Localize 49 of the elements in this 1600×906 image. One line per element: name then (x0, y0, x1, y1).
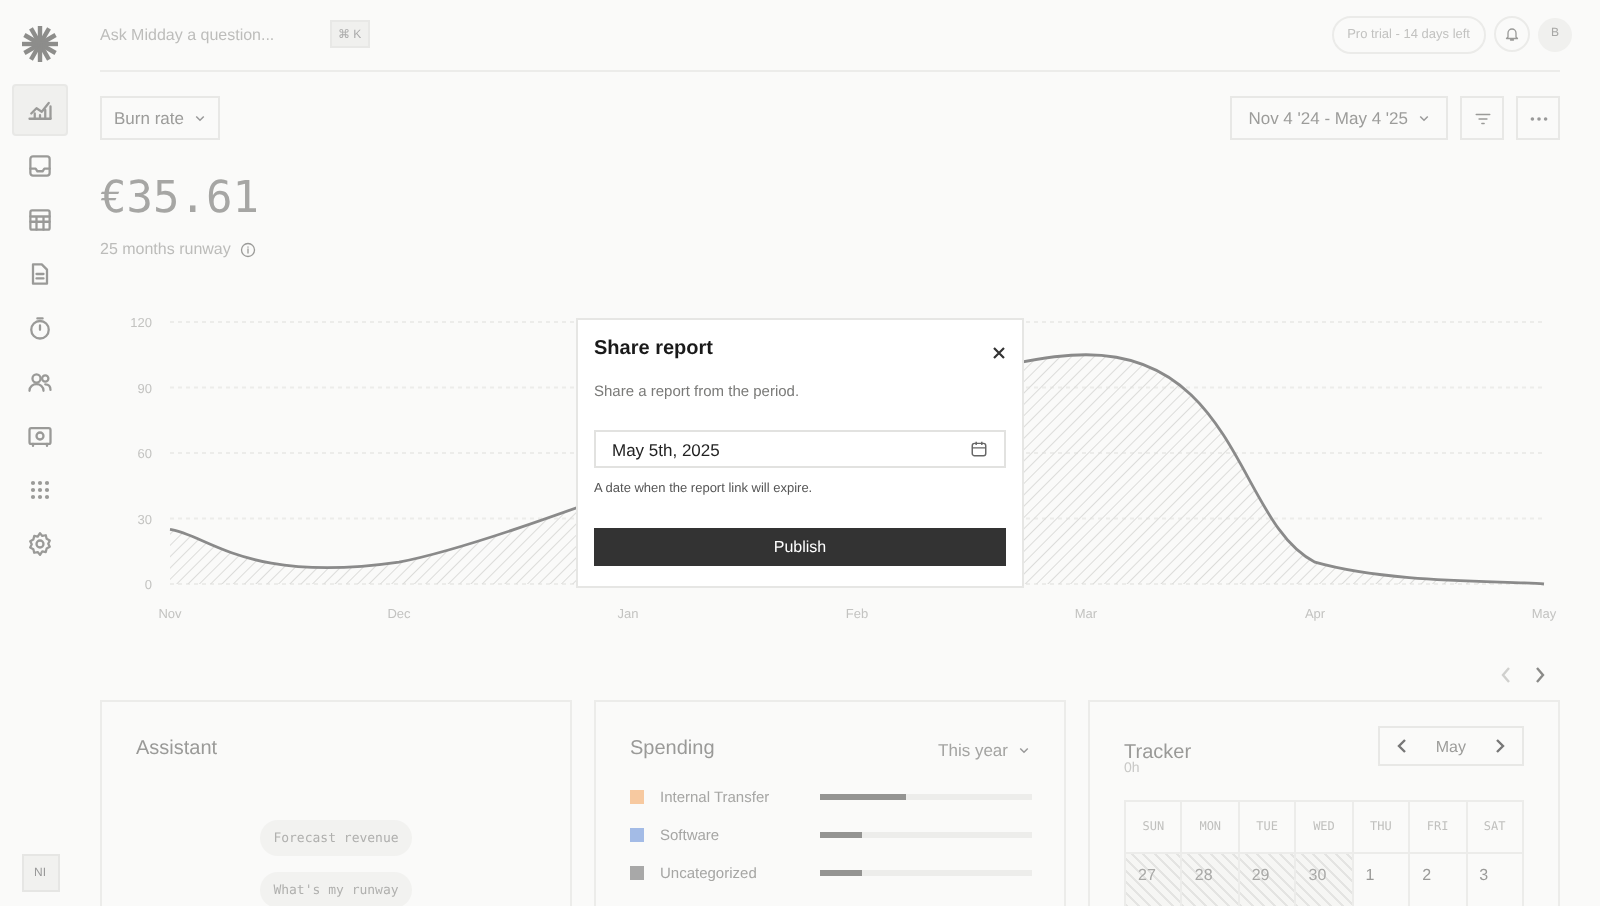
inbox-icon (26, 152, 54, 180)
info-icon[interactable] (240, 241, 257, 257)
chevron-down-icon (193, 112, 206, 124)
chevron-left-icon (1395, 738, 1408, 754)
dialog-title: Share report (594, 338, 713, 360)
month-label: May (1435, 737, 1466, 755)
date-field[interactable]: May 5th, 2025 (594, 430, 1006, 468)
metric-dropdown[interactable]: Burn rate (100, 96, 220, 140)
card-title: Assistant (136, 738, 218, 760)
ellipsis-icon (1529, 115, 1547, 121)
logo-icon[interactable] (20, 24, 60, 64)
document-icon (26, 260, 54, 288)
calendar-day[interactable]: 30 (1296, 854, 1354, 906)
date-range-picker[interactable]: Nov 4 '24 - May 4 '25 (1230, 96, 1448, 140)
safe-icon (26, 422, 54, 450)
period-dropdown[interactable]: This year (938, 739, 1030, 759)
chevron-down-icon (1018, 743, 1030, 755)
publish-button[interactable]: Publish (594, 528, 1006, 566)
settings-icon (26, 530, 54, 558)
runway-label: 25 months runway (100, 240, 231, 258)
line-chart-icon (26, 96, 54, 124)
calendar-day[interactable]: 27 (1126, 854, 1183, 906)
calendar-day[interactable]: 2 (1410, 854, 1468, 906)
card-title: Spending (630, 738, 715, 760)
chevron-down-icon (1418, 112, 1430, 124)
filter-button[interactable] (1460, 96, 1504, 140)
close-icon (992, 346, 1006, 360)
card-title: Tracker (1124, 741, 1192, 763)
bell-icon (1504, 26, 1520, 42)
calendar-icon (970, 440, 988, 458)
calendar-day[interactable]: 28 (1182, 854, 1240, 906)
chevron-left-icon (1498, 666, 1514, 684)
next-month-button[interactable] (1494, 738, 1506, 754)
table-icon (26, 206, 54, 234)
stopwatch-icon (26, 314, 54, 342)
calendar-day[interactable]: 1 (1353, 854, 1411, 906)
filter-icon (1473, 109, 1491, 127)
calendar-day[interactable]: 3 (1467, 854, 1524, 906)
chevron-right-icon (1494, 738, 1506, 754)
people-icon (26, 368, 54, 396)
grid-icon (26, 476, 54, 504)
close-button[interactable] (992, 346, 1006, 360)
previous-month-button[interactable] (1395, 738, 1408, 754)
burn-rate-amount: €35.61 (100, 174, 261, 226)
search-field[interactable]: Ask Midday a question... (100, 25, 330, 43)
sidebar-item[interactable] (12, 84, 68, 136)
chevron-right-icon (1532, 666, 1548, 684)
calendar-day[interactable]: 29 (1239, 854, 1297, 906)
notifications-button[interactable] (1494, 16, 1530, 52)
